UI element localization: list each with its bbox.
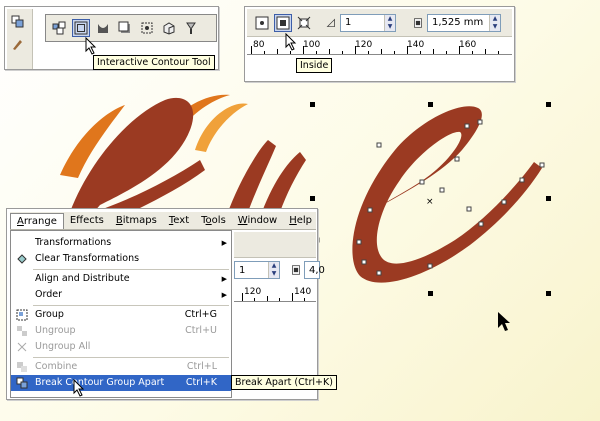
clear-transformations-icon: [17, 254, 27, 264]
center-mark: ×: [426, 197, 434, 207]
contour-offset-icon: [290, 261, 302, 279]
to-center-icon[interactable]: [253, 14, 271, 32]
menu-item-label: Clear Transformations: [35, 253, 140, 264]
menu-item-shortcut: Ctrl+G: [184, 309, 217, 320]
toolbox-panel: Interactive Contour Tool: [4, 6, 219, 70]
outside-icon[interactable]: [295, 14, 313, 32]
menu-item-break-contour-group-apart[interactable]: Break Contour Group Apart Ctrl+K: [11, 375, 231, 391]
distort-icon[interactable]: [138, 19, 156, 37]
horizontal-ruler: 120 140: [234, 286, 316, 302]
contour-offset-spinner[interactable]: 1,525 mm ▲ ▼: [427, 13, 501, 32]
blend-icon[interactable]: [94, 19, 112, 37]
menu-separator: [33, 269, 229, 270]
menu-item-shortcut: Ctrl+U: [185, 325, 217, 336]
effects-flyout-icon[interactable]: [9, 13, 27, 31]
menu-item-group[interactable]: Group Ctrl+G: [11, 307, 231, 323]
submenu-arrow-icon: ▶: [221, 239, 227, 247]
contour-steps-icon: [325, 14, 337, 32]
break-apart-icon: [16, 377, 28, 389]
mouse-cursor: [85, 37, 97, 55]
menu-item-shortcut: Ctrl+K: [185, 377, 217, 388]
menu-item-label: Ungroup: [35, 325, 76, 336]
menu-help[interactable]: Help: [283, 213, 318, 229]
menu-effects[interactable]: Effects: [64, 213, 110, 229]
combine-icon: [17, 362, 27, 372]
ruler-label: 80: [253, 40, 265, 50]
menu-tools[interactable]: Tools: [195, 213, 232, 229]
menu-item-ungroup-all[interactable]: Ungroup All: [11, 339, 231, 355]
menu-text[interactable]: Text: [163, 213, 195, 229]
menu-item-label: Align and Distribute: [35, 273, 130, 284]
ruler-label: 120: [355, 40, 373, 50]
contour-steps-value[interactable]: 1: [235, 265, 268, 276]
menu-separator: [33, 305, 229, 306]
menu-item-label: Combine: [35, 361, 78, 372]
menu-bitmaps[interactable]: Bitmaps: [110, 213, 163, 229]
spinner-arrows[interactable]: ▲ ▼: [489, 14, 500, 31]
menu-item-ungroup[interactable]: Ungroup Ctrl+U: [11, 323, 231, 339]
extrude-icon[interactable]: [160, 19, 178, 37]
menu-item-shortcut: Ctrl+L: [186, 361, 217, 372]
menu-separator: [33, 357, 229, 358]
ruler-label: 140: [294, 287, 312, 297]
menu-arrange[interactable]: Arrange: [10, 212, 64, 229]
arrange-dropdown: Transformations ▶ Clear Transformations …: [10, 230, 232, 398]
inside-icon[interactable]: [274, 13, 292, 32]
ruler-label: 160: [459, 40, 477, 50]
ungroup-all-icon: [17, 342, 27, 352]
spinner-arrows[interactable]: ▲ ▼: [268, 262, 279, 278]
tooltip: Break Apart (Ctrl+K): [231, 375, 337, 390]
letter-e-left: [70, 97, 205, 212]
menu-bar: Arrange Effects Bitmaps Text Tools Windo…: [10, 212, 316, 230]
contour-offset-icon: [412, 14, 424, 32]
menu-item-clear-transformations[interactable]: Clear Transformations: [11, 251, 231, 267]
contour-offset-value[interactable]: 1,525 mm: [428, 17, 489, 28]
interactive-contour-tool-icon[interactable]: [72, 19, 90, 37]
property-bar-panel: 1 ▲ ▼ 1,525 mm ▲ ▼ 80 100 120 140 160 Insi…: [244, 6, 515, 82]
menu-item-label: Order: [35, 289, 62, 300]
interactive-tools-flyout: [45, 14, 217, 42]
orange-swoosh: [195, 103, 248, 152]
submenu-arrow-icon: ▶: [221, 291, 227, 299]
shadow-icon[interactable]: [116, 19, 134, 37]
brush-icon[interactable]: [9, 35, 27, 53]
menu-item-label: Transformations: [35, 237, 112, 248]
menu-window[interactable]: Window: [232, 213, 283, 229]
partial-property-bar: 1 ▲ ▼ 4,0 120 140: [234, 230, 325, 398]
submenu-arrow-icon: ▶: [221, 275, 227, 283]
arrange-menu-panel: Arrange Effects Bitmaps Text Tools Windo…: [6, 208, 337, 400]
mouse-cursor: [285, 33, 297, 51]
toolbox-strip: [7, 9, 33, 69]
tooltip: Interactive Contour Tool: [93, 55, 215, 70]
spinner-arrows[interactable]: ▲ ▼: [384, 14, 395, 31]
ruler-label: 100: [303, 40, 321, 50]
menu-item-label: Break Contour Group Apart: [35, 377, 165, 388]
mouse-cursor: [73, 379, 85, 397]
menu-item-combine[interactable]: Combine Ctrl+L: [11, 359, 231, 375]
contour-steps-spinner[interactable]: 1 ▲ ▼: [340, 13, 396, 32]
contour-steps-spinner[interactable]: 1 ▲ ▼: [234, 261, 280, 279]
menu-item-label: Ungroup All: [35, 341, 91, 352]
ruler-label: 140: [407, 40, 425, 50]
contour-offset-value[interactable]: 4,0: [305, 265, 329, 276]
group-icon: [16, 309, 28, 321]
menu-item-transformations[interactable]: Transformations ▶: [11, 235, 231, 251]
tooltip: Inside: [296, 58, 333, 73]
pick-tool-icon[interactable]: [50, 19, 68, 37]
menu-item-order[interactable]: Order ▶: [11, 287, 231, 303]
menu-item-align-and-distribute[interactable]: Align and Distribute ▶: [11, 271, 231, 287]
menu-item-label: Group: [35, 309, 64, 320]
contour-offset-spinner[interactable]: 4,0: [304, 261, 325, 279]
mouse-cursor: [498, 312, 510, 331]
transparency-icon[interactable]: [182, 19, 200, 37]
letter-e-main: [352, 106, 542, 283]
ungroup-icon: [17, 326, 27, 336]
ruler-label: 120: [244, 287, 262, 297]
contour-steps-value[interactable]: 1: [341, 17, 384, 28]
